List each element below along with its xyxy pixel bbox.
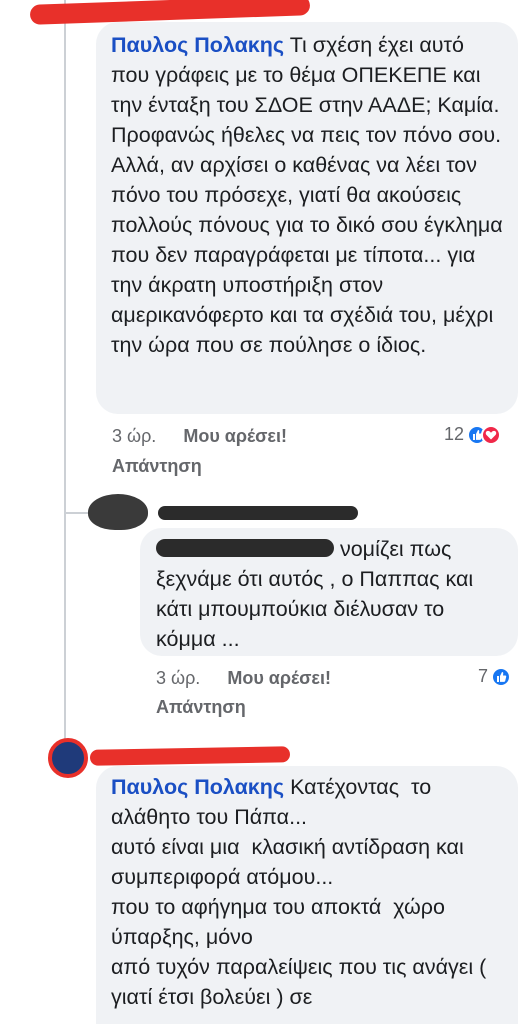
comment-2-reaction-count: 7 [478,666,489,686]
comment-1-reaction-count: 12 [444,424,465,444]
comment-1-meta: 3 ώρ. Μου αρέσει! [112,426,287,447]
comment-2-like-button[interactable]: Μου αρέσει! [227,668,331,688]
comment-3-mention[interactable]: Παυλος Πολακης [111,775,284,799]
comment-bubble-1: Παυλος Πολακης Τι σχέση έχει αυτό που γρ… [96,22,518,414]
comment-1-reply-button[interactable]: Απάντηση [112,456,202,477]
comment-1-time[interactable]: 3 ώρ. [112,426,156,446]
redacted-comment-3-author-name [89,746,291,766]
reply-avatar[interactable] [88,494,148,530]
comment-3-text: Κατέχοντας το αλάθητο του Πάπα... αυτό ε… [111,775,487,1009]
thread-line-main [64,0,66,770]
comment-1-text: Τι σχέση έχει αυτό που γράφεις με το θέμ… [111,33,509,357]
redacted-reply-author-name [158,506,358,520]
comment-2-meta: 3 ώρ. Μου αρέσει! [156,668,331,689]
comment-bubble-2: νομίζει πως ξεχνάμε ότι αυτός , ο Παππας… [140,528,518,656]
comment-1-like-button[interactable]: Μου αρέσει! [183,426,287,446]
comment-3-avatar[interactable] [48,738,88,778]
love-reaction-icon [481,424,502,445]
comment-2-reply-button[interactable]: Απάντηση [156,697,246,718]
like-reaction-icon [491,666,512,687]
comment-1-reactions[interactable]: 12 [444,424,502,445]
comment-2-reactions[interactable]: 7 [478,666,512,687]
redacted-mention [156,539,334,558]
comment-2-time[interactable]: 3 ώρ. [156,668,200,688]
comment-1-mention[interactable]: Παυλος Πολακης [111,33,284,57]
thread-line-branch [64,512,88,514]
comment-bubble-3: Παυλος Πολακης Κατέχοντας το αλάθητο του… [96,766,518,1024]
